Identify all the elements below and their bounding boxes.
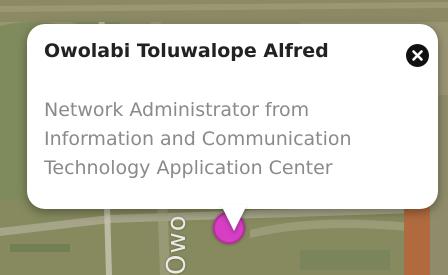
popup-title: Owolabi Toluwalope Alfred — [44, 40, 329, 62]
popup-description: Network Administrator from Information a… — [44, 99, 352, 179]
info-popup: Owolabi Toluwalope Alfred Network Admini… — [27, 24, 438, 231]
road-label: Owo — [162, 214, 192, 275]
close-icon — [412, 50, 423, 61]
popup-pointer — [221, 205, 247, 231]
close-button[interactable] — [406, 44, 429, 67]
